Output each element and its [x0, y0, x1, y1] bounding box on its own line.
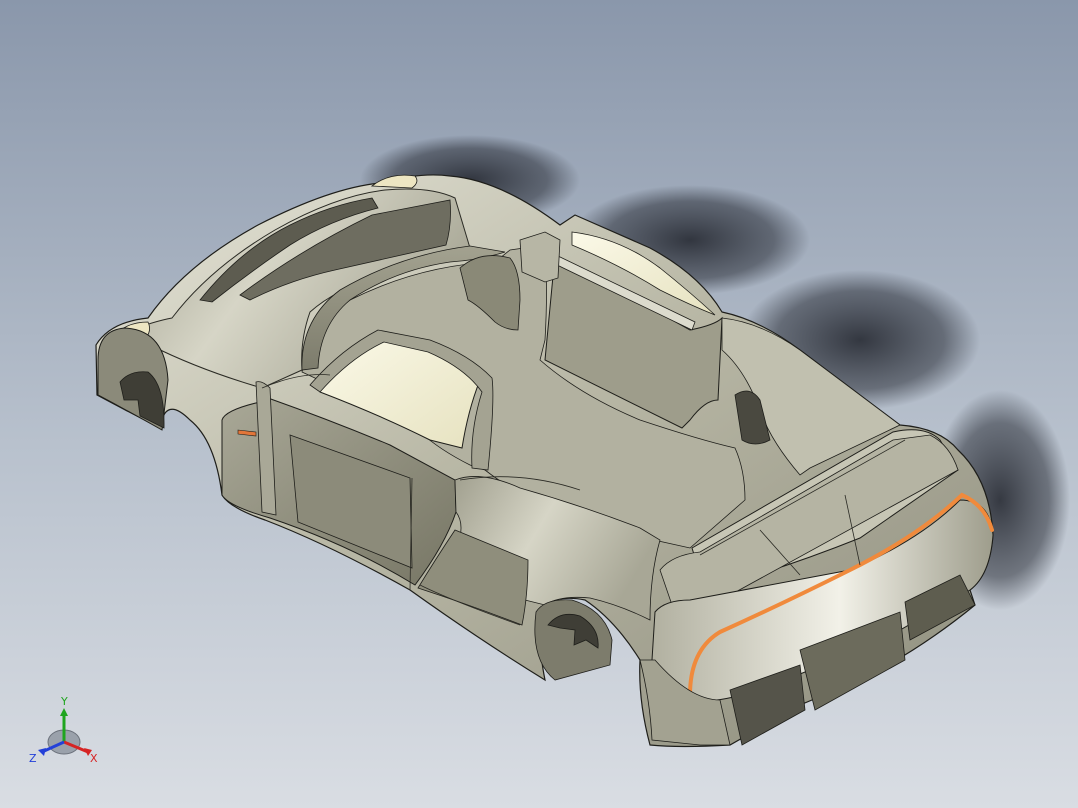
y-axis-arrow	[60, 708, 68, 716]
z-axis-arrow	[38, 748, 46, 756]
x-axis-label: X	[90, 752, 98, 765]
3d-graphics-viewport[interactable]: Y X Z	[0, 0, 1078, 808]
z-axis-label: Z	[29, 752, 37, 765]
y-axis-label: Y	[60, 695, 68, 708]
car-body-model[interactable]	[0, 0, 1078, 808]
axis-triad: Y X Z	[29, 695, 98, 765]
